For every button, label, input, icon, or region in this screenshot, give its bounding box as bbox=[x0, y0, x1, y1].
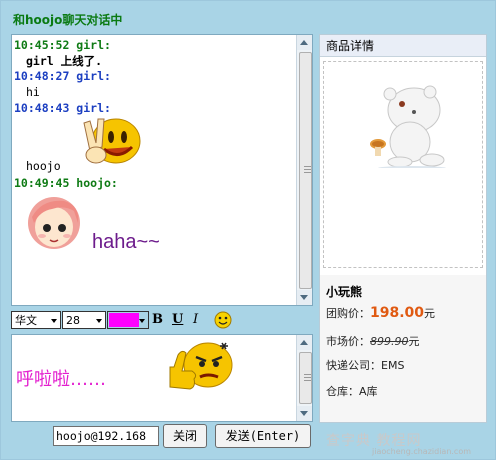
scroll-up-button[interactable] bbox=[297, 335, 312, 350]
color-swatch bbox=[109, 313, 139, 327]
victory-smiley-icon bbox=[83, 118, 141, 164]
send-button[interactable]: 发送(Enter) bbox=[215, 424, 311, 448]
message-input[interactable]: 呼啦啦…… bbox=[11, 334, 313, 422]
bold-button[interactable]: B bbox=[152, 312, 163, 327]
group-price-value: 198.00 bbox=[370, 305, 425, 321]
group-price-unit: 元 bbox=[424, 307, 436, 320]
emoticon-icon[interactable] bbox=[214, 311, 232, 329]
market-price-label: 市场价： bbox=[326, 335, 370, 348]
chat-messages: 10:45:52 girl: girl 上线了. 10:48:27 girl: … bbox=[12, 35, 296, 305]
product-info: 小玩熊 团购价：198.00元 市场价：899.90元 快递公司：EMS 仓库：… bbox=[320, 275, 486, 422]
address-field[interactable]: hoojo@192.168 bbox=[53, 426, 159, 446]
chevron-down-icon bbox=[51, 319, 57, 323]
italic-button[interactable]: I bbox=[193, 312, 198, 327]
market-price-value: 899.90 bbox=[370, 335, 409, 348]
message-text: hoojo bbox=[26, 159, 61, 173]
arrow-up-icon bbox=[300, 340, 308, 345]
product-name: 小玩熊 bbox=[326, 285, 363, 299]
underline-button[interactable]: U bbox=[172, 312, 183, 327]
bear-toy-image bbox=[370, 85, 446, 168]
watermark-url: jiaocheng.chazidian.com bbox=[372, 447, 472, 456]
chevron-down-icon bbox=[96, 319, 102, 323]
arrow-down-icon bbox=[300, 411, 308, 416]
product-panel: 商品详情 小玩熊 团购价：198.00元 市场价：899.90元 快递公司：EM… bbox=[319, 34, 487, 423]
product-image-frame bbox=[323, 61, 483, 268]
warehouse-value: A库 bbox=[359, 385, 378, 398]
message-input-text: 呼啦啦…… bbox=[16, 369, 106, 390]
chat-window: 和hoojo聊天对话中 10:45:52 girl: girl 上线了. 10:… bbox=[0, 0, 496, 460]
message-header: 10:48:27 girl: bbox=[14, 69, 111, 83]
window-title: 和hoojo聊天对话中 bbox=[13, 13, 123, 27]
message-text: girl 上线了. bbox=[26, 54, 103, 68]
market-price-unit: 元 bbox=[408, 335, 420, 348]
message-header: 10:45:52 girl: bbox=[14, 38, 111, 52]
product-panel-heading: 商品详情 bbox=[320, 35, 486, 57]
chat-history[interactable]: 10:45:52 girl: girl 上线了. 10:48:27 girl: … bbox=[11, 34, 313, 306]
scroll-thumb[interactable] bbox=[299, 52, 312, 289]
font-size-select[interactable]: 28 bbox=[62, 311, 106, 329]
chat-scrollbar[interactable] bbox=[296, 35, 312, 305]
arrow-down-icon bbox=[300, 295, 308, 300]
girl-face-icon bbox=[28, 197, 80, 249]
chevron-down-icon bbox=[139, 319, 145, 323]
message-text-large: haha~~ bbox=[92, 231, 160, 253]
scroll-down-button[interactable] bbox=[297, 406, 312, 421]
text-color-picker[interactable] bbox=[107, 311, 149, 329]
font-select-value: 华文 bbox=[15, 314, 37, 327]
font-size-value: 28 bbox=[66, 314, 80, 327]
font-select[interactable]: 华文 bbox=[11, 311, 61, 329]
express-row: 快递公司：EMS bbox=[326, 357, 404, 373]
scroll-down-button[interactable] bbox=[297, 290, 312, 305]
warehouse-label: 仓库： bbox=[326, 385, 359, 398]
scroll-up-button[interactable] bbox=[297, 35, 312, 50]
market-price-row: 市场价：899.90元 bbox=[326, 333, 420, 349]
thumbs-up-smiley-icon bbox=[169, 342, 233, 390]
message-header: 10:49:45 hoojo: bbox=[14, 176, 118, 190]
message-text: hi bbox=[26, 85, 40, 99]
group-price-label: 团购价： bbox=[326, 307, 370, 320]
express-label: 快递公司： bbox=[326, 359, 381, 372]
arrow-up-icon bbox=[300, 40, 308, 45]
warehouse-row: 仓库：A库 bbox=[326, 383, 378, 399]
close-button[interactable]: 关闭 bbox=[163, 424, 207, 448]
input-scrollbar[interactable] bbox=[296, 335, 312, 421]
express-value: EMS bbox=[381, 359, 405, 372]
scroll-thumb[interactable] bbox=[299, 352, 312, 404]
group-price-row: 团购价：198.00元 bbox=[326, 305, 435, 321]
